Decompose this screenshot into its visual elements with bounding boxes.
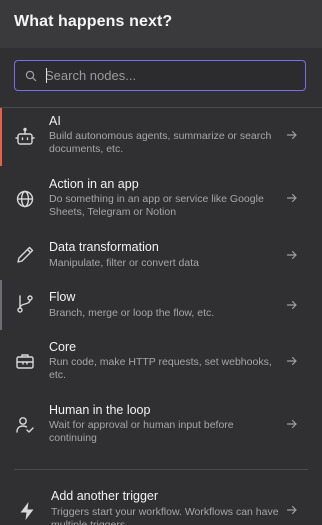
arrow-right-icon [286, 419, 297, 429]
category-title: Core [49, 340, 77, 354]
arrow-right-icon [286, 300, 297, 310]
category-ai[interactable]: AI Build autonomous agents, summarize or… [0, 108, 322, 166]
section-divider [14, 469, 308, 470]
category-title: Action in an app [49, 177, 139, 191]
category-description: Build autonomous agents, summarize or se… [49, 130, 272, 155]
panel-title: What happens next? [14, 13, 173, 30]
arrow-right-icon [286, 505, 297, 515]
next-step-panel: What happens next? AI Build autonomous a… [0, 0, 322, 525]
text-caret [46, 68, 47, 83]
category-data-transformation[interactable]: Data transformation Manipulate, filter o… [0, 232, 322, 280]
pen-icon [17, 246, 34, 263]
category-description: Wait for approval or human input before … [49, 419, 234, 444]
search-icon [25, 70, 37, 82]
arrow-right-icon [286, 130, 297, 140]
search-box[interactable] [14, 60, 306, 91]
person-check-icon [16, 417, 34, 433]
category-title: AI [49, 114, 61, 128]
category-flow[interactable]: Flow Branch, merge or loop the flow, etc… [0, 280, 322, 330]
bolt-icon [20, 502, 34, 520]
robot-icon [15, 127, 35, 145]
panel-header: What happens next? [0, 0, 322, 48]
arrow-right-icon [286, 250, 297, 260]
category-title: Human in the loop [49, 403, 151, 417]
arrow-right-icon [286, 356, 297, 366]
arrow-right-icon [286, 193, 297, 203]
category-human-in-the-loop[interactable]: Human in the loop Wait for approval or h… [0, 396, 322, 454]
category-description: Run code, make HTTP requests, set webhoo… [49, 356, 272, 381]
category-description: Do something in an app or service like G… [49, 193, 264, 218]
category-action-in-app[interactable]: Action in an app Do something in an app … [0, 170, 322, 228]
toolbox-icon [16, 354, 34, 369]
category-title: Flow [49, 290, 76, 304]
selected-accent-bar [0, 108, 2, 166]
category-description: Branch, merge or loop the flow, etc. [49, 307, 215, 319]
search-input[interactable] [45, 61, 295, 90]
category-title: Data transformation [49, 240, 159, 254]
trigger-description: Triggers start your workflow. Workflows … [51, 506, 279, 525]
branch-icon [17, 295, 33, 313]
trigger-title: Add another trigger [51, 489, 159, 503]
globe-icon [16, 190, 34, 208]
category-description: Manipulate, filter or convert data [49, 257, 199, 269]
category-core[interactable]: Core Run code, make HTTP requests, set w… [0, 334, 322, 390]
add-trigger-item[interactable]: Add another trigger Triggers start your … [0, 480, 322, 525]
hover-accent-bar [0, 280, 2, 330]
